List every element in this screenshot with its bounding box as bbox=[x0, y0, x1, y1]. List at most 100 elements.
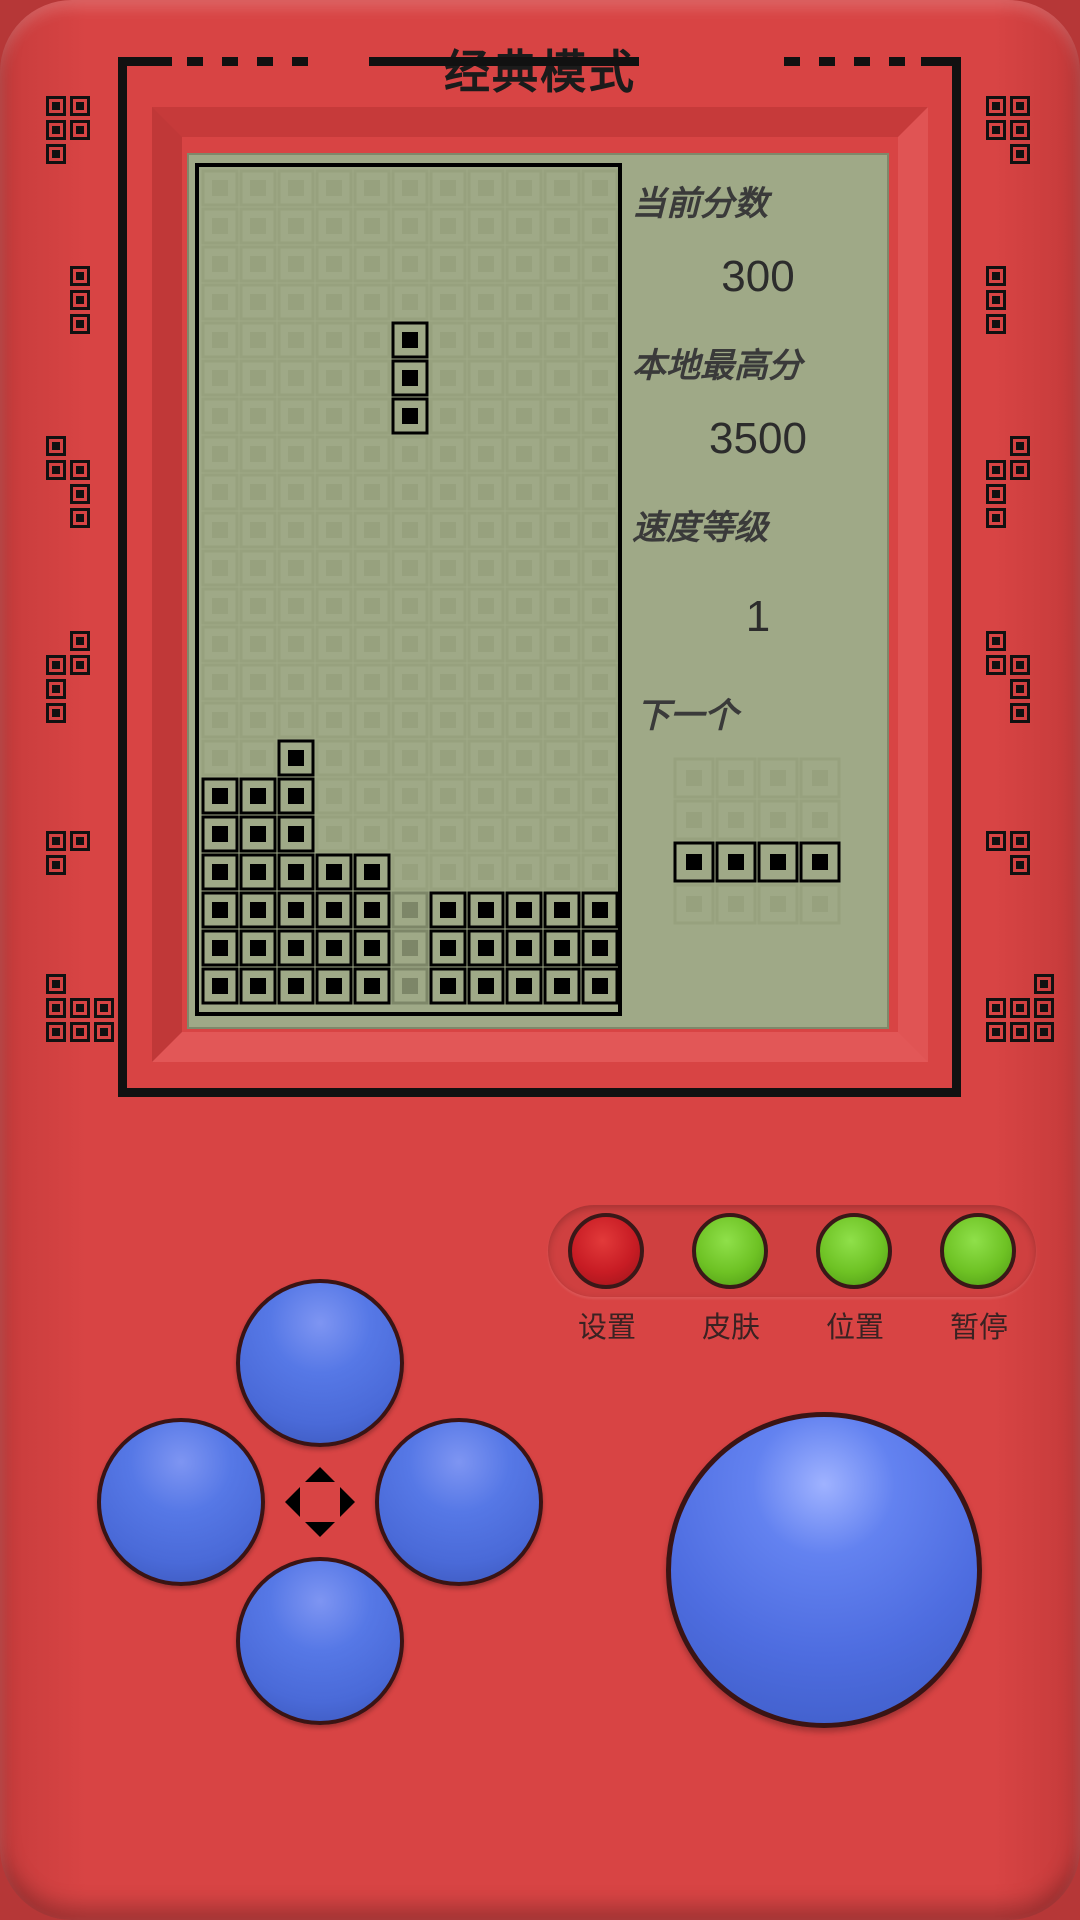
next-empty-block bbox=[757, 883, 799, 925]
empty-block bbox=[201, 283, 239, 321]
empty-block bbox=[467, 207, 505, 245]
empty-block bbox=[391, 473, 429, 511]
empty-block bbox=[505, 777, 543, 815]
empty-block bbox=[201, 739, 239, 777]
frame-gap-right bbox=[639, 57, 921, 66]
empty-block bbox=[391, 701, 429, 739]
filled-block bbox=[201, 853, 239, 891]
empty-block bbox=[315, 207, 353, 245]
filled-block bbox=[239, 929, 277, 967]
next-empty-block bbox=[757, 799, 799, 841]
empty-block bbox=[353, 207, 391, 245]
empty-block bbox=[391, 815, 429, 853]
filled-block bbox=[277, 853, 315, 891]
filled-block bbox=[391, 359, 429, 397]
up-button[interactable] bbox=[236, 1279, 404, 1447]
filled-block bbox=[429, 929, 467, 967]
empty-block bbox=[277, 549, 315, 587]
empty-block bbox=[543, 663, 581, 701]
empty-block bbox=[543, 587, 581, 625]
empty-block bbox=[201, 435, 239, 473]
deco-block bbox=[70, 290, 90, 310]
empty-block bbox=[581, 511, 618, 549]
empty-block bbox=[543, 169, 581, 207]
empty-block bbox=[277, 473, 315, 511]
game-console: 经典模式 当前分数 300 本地最高分 3500 速度等级 1 下一个 设置 皮… bbox=[0, 0, 1080, 1920]
empty-block bbox=[277, 283, 315, 321]
empty-block bbox=[429, 739, 467, 777]
empty-block bbox=[239, 169, 277, 207]
settings-button[interactable] bbox=[568, 1213, 644, 1289]
filled-block bbox=[201, 891, 239, 929]
deco-block bbox=[986, 484, 1006, 504]
right-button[interactable] bbox=[375, 1418, 543, 1586]
skin-button[interactable] bbox=[692, 1213, 768, 1289]
score-label: 当前分数 bbox=[632, 184, 768, 224]
next-empty-block bbox=[757, 757, 799, 799]
left-button[interactable] bbox=[97, 1418, 265, 1586]
highscore-label: 本地最高分 bbox=[632, 346, 802, 386]
filled-block bbox=[201, 815, 239, 853]
empty-block bbox=[543, 435, 581, 473]
next-empty-block bbox=[715, 757, 757, 799]
deco-block bbox=[46, 460, 66, 480]
empty-block bbox=[391, 587, 429, 625]
deco-block bbox=[986, 998, 1006, 1018]
deco-block bbox=[46, 831, 66, 851]
deco-block bbox=[94, 1022, 114, 1042]
empty-block bbox=[353, 473, 391, 511]
empty-block bbox=[543, 853, 581, 891]
empty-block bbox=[239, 207, 277, 245]
filled-block bbox=[353, 853, 391, 891]
empty-block bbox=[543, 397, 581, 435]
empty-block bbox=[429, 207, 467, 245]
position-button[interactable] bbox=[816, 1213, 892, 1289]
empty-block bbox=[353, 283, 391, 321]
next-empty-block bbox=[799, 757, 841, 799]
empty-block bbox=[315, 777, 353, 815]
empty-block bbox=[505, 207, 543, 245]
empty-block bbox=[353, 739, 391, 777]
empty-block bbox=[581, 283, 618, 321]
filled-block bbox=[505, 891, 543, 929]
empty-block bbox=[277, 169, 315, 207]
score-value: 300 bbox=[721, 252, 795, 301]
empty-block bbox=[391, 549, 429, 587]
frame-dash bbox=[222, 57, 238, 66]
empty-block bbox=[315, 625, 353, 663]
deco-block bbox=[986, 460, 1006, 480]
filled-block bbox=[315, 853, 353, 891]
empty-block bbox=[277, 435, 315, 473]
empty-block bbox=[391, 245, 429, 283]
empty-block bbox=[277, 663, 315, 701]
small-buttons-bar bbox=[548, 1205, 1036, 1297]
board-grid bbox=[201, 169, 618, 1005]
empty-block bbox=[581, 701, 618, 739]
empty-block bbox=[429, 169, 467, 207]
empty-block bbox=[277, 511, 315, 549]
filled-block bbox=[277, 815, 315, 853]
empty-block bbox=[467, 853, 505, 891]
direction-arrows-icon bbox=[285, 1467, 355, 1537]
deco-block bbox=[70, 655, 90, 675]
empty-block bbox=[429, 245, 467, 283]
filled-block bbox=[543, 967, 581, 1005]
empty-block bbox=[543, 245, 581, 283]
filled-block bbox=[353, 967, 391, 1005]
filled-block bbox=[315, 929, 353, 967]
deco-block bbox=[46, 144, 66, 164]
pause-button[interactable] bbox=[940, 1213, 1016, 1289]
empty-block bbox=[505, 283, 543, 321]
rotate-button[interactable] bbox=[666, 1412, 982, 1728]
down-button[interactable] bbox=[236, 1557, 404, 1725]
empty-block bbox=[543, 473, 581, 511]
deco-block bbox=[70, 831, 90, 851]
empty-block bbox=[581, 397, 618, 435]
deco-block bbox=[986, 1022, 1006, 1042]
empty-block bbox=[467, 587, 505, 625]
deco-block bbox=[70, 314, 90, 334]
empty-block bbox=[277, 207, 315, 245]
empty-block bbox=[315, 663, 353, 701]
empty-block bbox=[429, 663, 467, 701]
empty-block bbox=[391, 625, 429, 663]
